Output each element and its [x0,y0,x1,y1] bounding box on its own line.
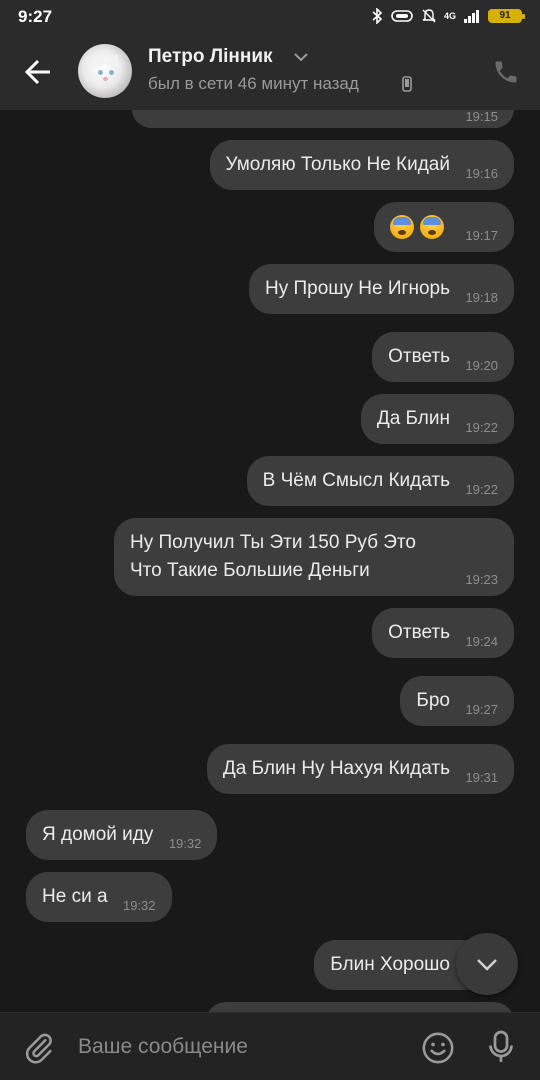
battery-icon: 91 [488,9,525,23]
message-bubble[interactable]: 19:15 [132,110,514,128]
message-text: Ответь [388,622,450,643]
message-time: 19:22 [465,482,498,497]
message-bubble-incoming[interactable]: Не си а 19:32 [26,872,172,922]
contact-name[interactable]: Петро Лінник [148,46,273,68]
message-text: В Чём Смысл Кидать [262,470,450,491]
message-bubble[interactable] [206,1002,514,1012]
message-bubble[interactable]: Ну Прошу Не Игнорь 19:18 [249,264,514,314]
status-icons: 4G 91 [371,8,525,24]
bluetooth-icon [372,8,383,24]
message-bubble[interactable]: Да Блин 19:22 [360,394,514,444]
status-time: 9:27 [18,7,53,26]
message-bubble[interactable]: Бро 19:27 [400,676,514,726]
message-time: 19:20 [465,358,498,373]
message-input[interactable] [78,1029,398,1065]
phone-icon[interactable] [492,58,520,86]
message-time: 19:27 [465,702,498,717]
message-text: Бро [416,690,450,711]
message-text: Ну Прошу Не Игнорь [265,278,450,299]
signal-icon [464,10,479,23]
message-text: Умоляю Только Не Кидай [225,154,450,175]
anxious-face-emoji-icon [420,214,444,239]
message-list[interactable]: 19:15 Умоляю Только Не Кидай 19:16 19:17… [0,110,540,1012]
status-bar: 9:27 4G 91 [0,0,540,34]
message-text: Не си а [42,886,108,907]
message-text: Блин Хорошо [330,954,450,975]
smile-icon[interactable] [421,1031,455,1065]
vibrate-icon [391,10,413,22]
message-time: 19:24 [465,634,498,649]
message-time: 19:17 [465,228,498,243]
network-type: 4G [443,11,456,21]
paperclip-icon[interactable] [22,1031,56,1065]
message-text: Я домой иду [42,824,154,845]
cat-ear [89,51,107,69]
message-bubble[interactable]: Да Блин Ну Нахуя Кидать 19:31 [206,744,514,794]
message-time: 19:15 [465,110,498,124]
message-text: Да Блин [376,408,450,429]
cat-ear [106,51,124,69]
message-text: Ну Получил Ты Эти 150 Руб Это Что Такие … [130,532,416,581]
smartphone-icon [402,76,412,92]
message-bubble[interactable]: 19:17 [374,202,514,252]
back-button[interactable] [18,54,58,90]
mute-bell-icon [422,9,436,23]
anxious-face-emoji-icon [390,214,414,239]
arrow-left-icon [24,59,50,85]
message-time: 19:32 [122,898,156,913]
message-text: Ответь [388,346,450,367]
message-time: 19:18 [465,290,498,305]
chat-header: Петро Лінник был в сети 46 минут назад [0,34,540,110]
message-time: 19:23 [465,572,498,587]
message-time: 19:32 [168,836,202,851]
message-bubble[interactable]: Ответь 19:24 [372,608,514,658]
message-time: 19:22 [465,420,498,435]
microphone-icon[interactable] [486,1029,516,1065]
message-text: Да Блин Ну Нахуя Кидать [222,758,450,779]
message-bubble[interactable]: Умоляю Только Не Кидай 19:16 [209,140,514,190]
cat-eye [109,70,114,75]
cat-eye [98,70,103,75]
message-bubble[interactable]: Ну Получил Ты Эти 150 Руб Это Что Такие … [114,518,514,596]
chevron-down-icon [477,959,497,971]
last-seen-status: был в сети 46 минут назад [148,74,359,93]
cat-nose [103,77,108,81]
chevron-down-icon[interactable] [293,52,309,62]
composer-bar [0,1012,540,1080]
message-bubble-incoming[interactable]: Я домой иду 19:32 [26,810,218,860]
avatar[interactable] [78,44,132,98]
message-time: 19:31 [465,770,498,785]
message-bubble[interactable]: В Чём Смысл Кидать 19:22 [246,456,514,506]
message-time: 19:16 [465,166,498,181]
message-bubble[interactable]: Ответь 19:20 [372,332,514,382]
scroll-to-bottom-button[interactable] [456,933,518,995]
